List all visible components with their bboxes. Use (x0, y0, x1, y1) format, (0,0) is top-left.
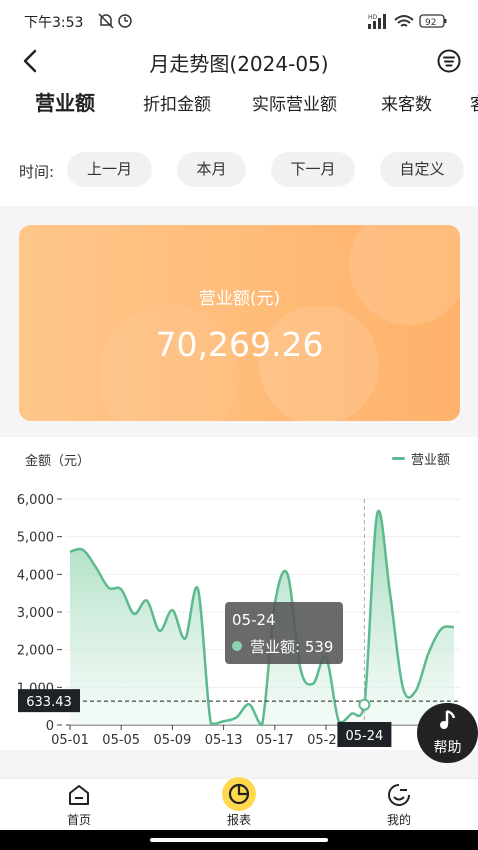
x-tick-label: 05-01 (51, 733, 89, 748)
x-axis: 05-0105-0505-0905-1305-1705-215 (51, 724, 460, 748)
help-button[interactable]: 帮助 (417, 703, 478, 763)
x-tick-label: 05-09 (154, 733, 192, 748)
tooltip-marker (232, 641, 242, 651)
card-decoration (99, 225, 460, 421)
top-bar: 月走势图(2024-05) (0, 42, 478, 80)
time-filter-label: 时间: (19, 163, 55, 181)
this-month-button[interactable]: 本月 (177, 152, 246, 187)
summary-card: 营业额(元) 70,269.26 (19, 225, 460, 421)
nav-home[interactable]: 首页 (39, 783, 119, 828)
filter-menu-icon[interactable] (436, 48, 462, 74)
tab-revenue[interactable]: 营业额 (35, 87, 95, 116)
previous-month-button[interactable]: 上一月 (67, 152, 152, 187)
nav-report-label: 报表 (226, 813, 251, 827)
revenue-chart[interactable]: 01,0002,0003,0004,0005,0006,000 05-01 05-… (0, 480, 478, 750)
x-pointer-label: 05-24 (346, 729, 384, 744)
nav-profile[interactable]: 我的 (359, 783, 439, 828)
system-icons: HD 92 (368, 14, 447, 29)
tooltip-value: 营业额: 539 (250, 638, 333, 656)
mute-icon (98, 13, 114, 29)
notification-icons (98, 13, 132, 29)
tab-actual-revenue[interactable]: 实际营业额 (252, 90, 337, 115)
nav-home-label: 首页 (66, 813, 91, 827)
summary-label: 营业额(元) (198, 289, 281, 309)
page-title: 月走势图(2024-05) (149, 52, 329, 76)
battery-level: 92 (425, 18, 436, 28)
chart-ylabel: 金额（元） (25, 454, 91, 469)
y-tick-label: 0 (46, 719, 54, 734)
profile-icon (388, 784, 410, 806)
battery-icon: 92 (419, 14, 447, 28)
y-tick-label: 3,000 (17, 606, 54, 621)
hd-label: HD (368, 14, 378, 21)
status-time: 下午3:53 (24, 15, 84, 31)
legend-swatch (392, 457, 405, 460)
status-bar: 下午3:53 HD 92 (0, 0, 478, 42)
help-label: 帮助 (433, 740, 462, 756)
nav-report[interactable]: 报表 (199, 777, 279, 828)
tab-more[interactable]: 客 (470, 90, 478, 115)
average-label: 633.43 (26, 695, 72, 710)
alarm-icon (118, 14, 132, 28)
custom-range-button[interactable]: 自定义 (380, 152, 464, 187)
gesture-bar (0, 830, 478, 850)
legend-label: 营业额 (411, 453, 451, 468)
home-indicator (150, 838, 328, 842)
y-tick-label: 6,000 (17, 493, 54, 508)
y-tick-label: 4,000 (17, 568, 54, 583)
time-filter: 时间: 上一月 本月 下一月 自定义 (0, 133, 478, 206)
x-tick-label: 05-05 (102, 733, 140, 748)
next-month-button[interactable]: 下一月 (271, 152, 355, 187)
home-icon (69, 785, 89, 805)
tooltip-date: 05-24 (232, 611, 276, 629)
nav-profile-label: 我的 (386, 813, 411, 827)
x-tick-label: 05-13 (205, 733, 243, 748)
wifi-icon (394, 15, 414, 27)
tab-discount[interactable]: 折扣金额 (143, 90, 211, 115)
summary-value: 70,269.26 (155, 325, 324, 364)
music-note-icon (440, 709, 456, 729)
tab-label: 营业额 (35, 91, 95, 115)
bottom-nav: 首页 报表 我的 (0, 777, 478, 830)
y-tick-label: 2,000 (17, 644, 54, 659)
report-icon (222, 777, 256, 811)
tab-bar: 营业额 折扣金额 实际营业额 来客数 客 (0, 82, 478, 126)
highlight-point (358, 698, 371, 711)
y-tick-label: 5,000 (17, 531, 54, 546)
x-tick-label: 05-17 (256, 733, 294, 748)
tab-visitors[interactable]: 来客数 (381, 90, 432, 115)
